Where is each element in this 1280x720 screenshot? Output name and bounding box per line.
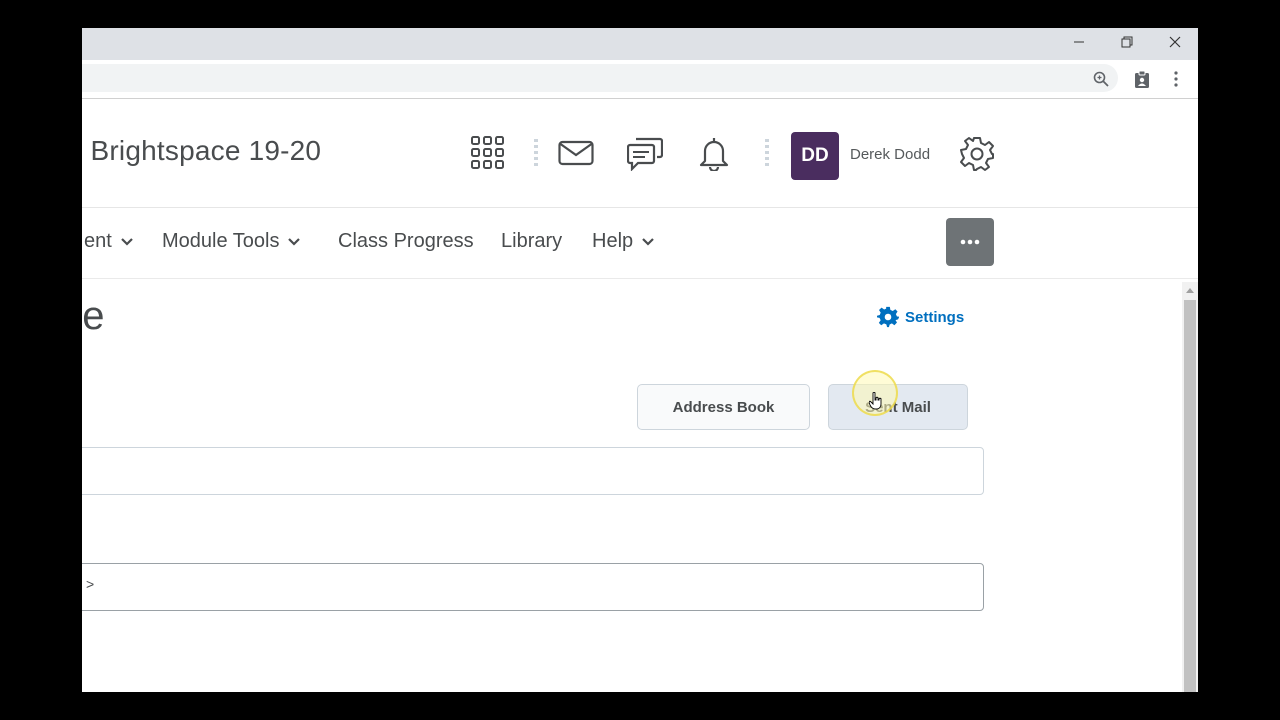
nav-item-assessment[interactable]: ent bbox=[84, 230, 134, 253]
site-header: Resized Brightspace 19-20 DD Derek Dodd bbox=[82, 99, 1198, 208]
close-icon bbox=[1169, 36, 1181, 48]
restore-icon bbox=[1121, 36, 1133, 48]
header-separator bbox=[765, 139, 769, 167]
nav-item-label: Module Tools bbox=[162, 230, 280, 252]
avatar[interactable]: DD bbox=[791, 132, 839, 180]
minimize-icon bbox=[1074, 41, 1084, 43]
gear-icon[interactable] bbox=[959, 136, 995, 172]
chevron-down-icon bbox=[642, 237, 654, 246]
pointer-icon bbox=[869, 392, 882, 410]
chevron-down-icon bbox=[288, 237, 301, 246]
address-book-button[interactable]: Address Book bbox=[637, 384, 810, 430]
nav-item-class-progress[interactable]: Class Progress bbox=[338, 230, 474, 253]
zoom-icon[interactable] bbox=[1092, 70, 1110, 88]
filter-field[interactable]: > bbox=[82, 563, 984, 611]
mail-icon[interactable] bbox=[558, 139, 594, 167]
more-button[interactable] bbox=[946, 218, 994, 266]
minimize-button[interactable] bbox=[1056, 28, 1102, 56]
settings-gear-icon bbox=[877, 306, 899, 328]
sent-mail-button[interactable]: Sent Mail bbox=[828, 384, 968, 430]
address-bar[interactable] bbox=[82, 64, 1118, 92]
browser-window: Resized Brightspace 19-20 DD Derek Dodd bbox=[82, 28, 1198, 692]
restore-button[interactable] bbox=[1104, 28, 1150, 56]
filter-field-text: > bbox=[86, 576, 95, 592]
page-title: ge bbox=[82, 294, 105, 338]
scroll-up-icon[interactable] bbox=[1182, 282, 1198, 298]
settings-label: Settings bbox=[905, 308, 965, 326]
nav-item-library[interactable]: Library bbox=[501, 230, 562, 253]
scrollbar-thumb[interactable] bbox=[1184, 300, 1196, 692]
course-title[interactable]: Resized Brightspace 19-20 bbox=[82, 135, 321, 167]
header-separator bbox=[534, 139, 538, 167]
course-navbar: ent Module Tools Class Progress Library … bbox=[82, 208, 1198, 279]
search-input[interactable] bbox=[82, 447, 984, 495]
more-icon bbox=[960, 239, 980, 245]
apps-grid-icon[interactable] bbox=[471, 136, 505, 170]
scrollbar[interactable] bbox=[1182, 282, 1198, 692]
menu-dots-icon[interactable] bbox=[1167, 70, 1185, 88]
clipboard-icon[interactable] bbox=[1133, 70, 1151, 88]
nav-item-help[interactable]: Help bbox=[592, 230, 655, 253]
bell-icon[interactable] bbox=[698, 135, 730, 171]
settings-link[interactable]: Settings bbox=[877, 306, 964, 328]
close-button[interactable] bbox=[1152, 28, 1198, 56]
nav-item-module-tools[interactable]: Module Tools bbox=[162, 230, 301, 253]
nav-item-label: Library bbox=[501, 230, 563, 252]
browser-toolbar bbox=[82, 60, 1198, 99]
user-name[interactable]: Derek Dodd bbox=[850, 146, 930, 163]
nav-item-label: Help bbox=[592, 230, 634, 252]
title-bar bbox=[82, 28, 1198, 60]
nav-item-label: ent bbox=[84, 230, 112, 252]
chat-icon[interactable] bbox=[627, 135, 663, 171]
chevron-down-icon bbox=[121, 237, 133, 246]
nav-item-label: Class Progress bbox=[338, 230, 474, 252]
